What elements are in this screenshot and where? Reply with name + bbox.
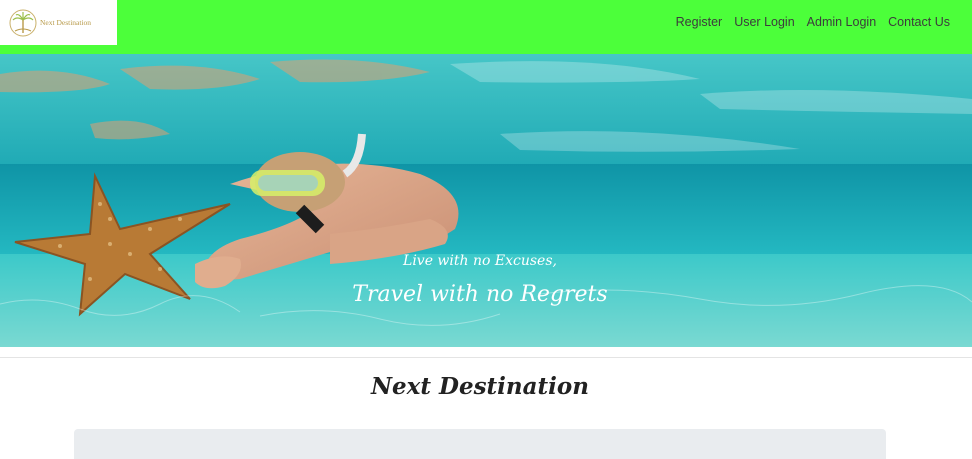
- brand-logo[interactable]: Next Destination: [0, 0, 117, 45]
- nav-links: Register User Login Admin Login Contact …: [670, 15, 956, 29]
- nav-user-login-link[interactable]: User Login: [728, 15, 800, 29]
- nav-register-link[interactable]: Register: [670, 15, 729, 29]
- hero-tagline-line1: Live with no Excuses,: [0, 253, 960, 269]
- palm-tree-emblem-icon: [9, 9, 37, 36]
- page-title: Next Destination: [371, 373, 589, 400]
- hero-tagline-line2: Travel with no Regrets: [352, 282, 608, 307]
- section-divider: [0, 357, 972, 358]
- brand-name: Next Destination: [40, 18, 92, 27]
- nav-admin-login-link[interactable]: Admin Login: [801, 15, 883, 29]
- nav-contact-us-link[interactable]: Contact Us: [882, 15, 956, 29]
- navbar: Next Destination Register User Login Adm…: [0, 0, 972, 54]
- hero-banner: Live with no Excuses, Travel with no Reg…: [0, 54, 972, 347]
- hero-tagline-line1-text: Live with no Excuses,: [403, 253, 557, 269]
- content-panel: [74, 429, 886, 459]
